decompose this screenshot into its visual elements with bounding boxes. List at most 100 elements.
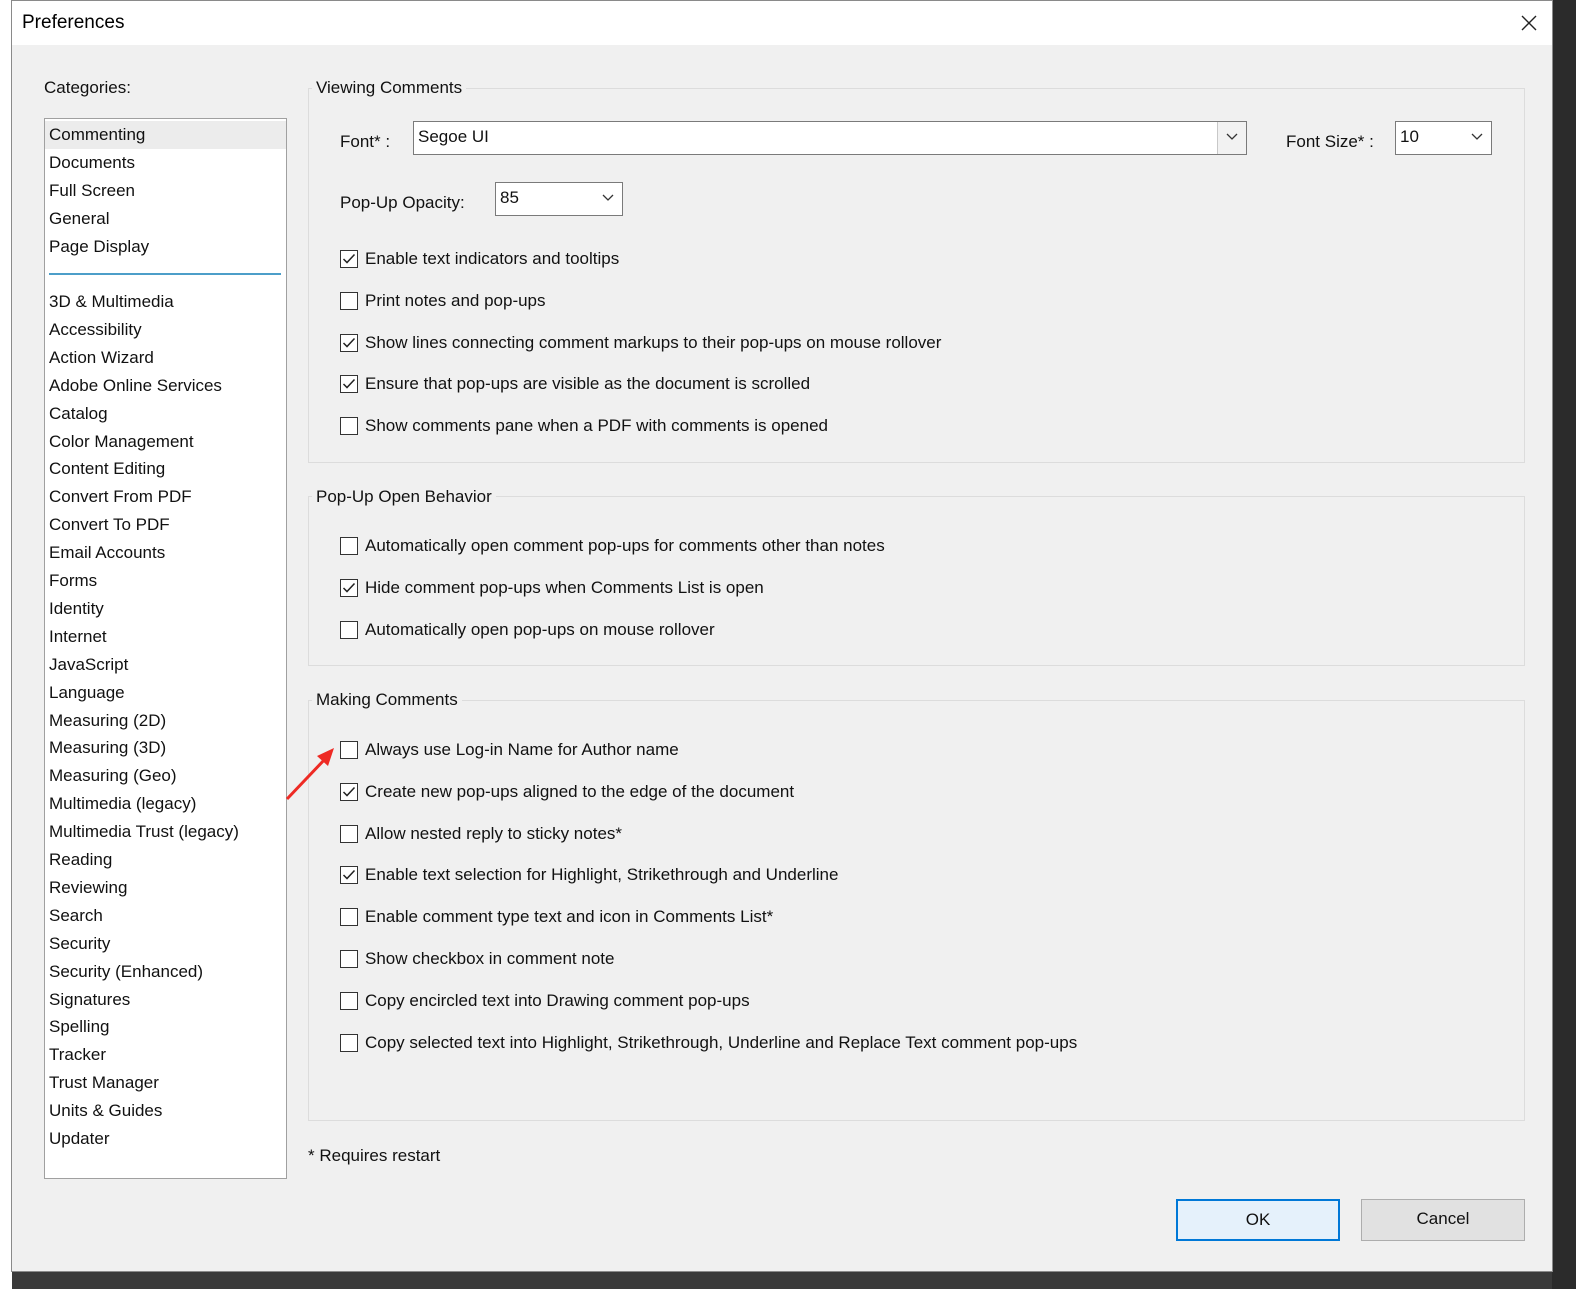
making-comments-title: Making Comments [312, 690, 462, 710]
option-label: Enable text selection for Highlight, Str… [365, 865, 839, 885]
checkmark-icon [342, 379, 356, 389]
ok-button[interactable]: OK [1176, 1199, 1340, 1241]
category-item[interactable]: General [45, 205, 286, 233]
option-checkbox[interactable] [340, 578, 358, 597]
option-checkbox[interactable] [340, 620, 358, 639]
popup-opacity-label: Pop-Up Opacity: [340, 193, 465, 212]
option-label: Show lines connecting comment markups to… [365, 332, 942, 352]
font-size-label: Font Size* : [1286, 132, 1374, 151]
font-size-value: 10 [1400, 127, 1419, 146]
category-item[interactable]: Security [45, 930, 286, 958]
close-button[interactable] [1506, 1, 1552, 45]
category-item[interactable]: Multimedia Trust (legacy) [45, 818, 286, 846]
category-item[interactable]: JavaScript [45, 651, 286, 679]
option-checkbox[interactable] [340, 824, 358, 843]
category-item[interactable]: Internet [45, 623, 286, 651]
option-checkbox[interactable] [340, 417, 358, 436]
viewing-comments-title: Viewing Comments [312, 78, 467, 98]
category-item[interactable]: Language [45, 679, 286, 707]
annotation-arrow [285, 748, 334, 801]
option-label: Always use Log-in Name for Author name [365, 740, 679, 759]
category-item[interactable]: Catalog [45, 400, 286, 428]
checkmark-icon [342, 582, 356, 593]
chevron-down-icon [602, 194, 614, 201]
option-checkbox[interactable] [340, 375, 358, 394]
chevron-down-icon [1471, 133, 1483, 140]
category-item[interactable]: Updater [45, 1125, 286, 1153]
option-label: Print notes and pop-ups [365, 290, 546, 310]
close-icon [1521, 15, 1537, 31]
font-size-dropdown-button[interactable] [1463, 122, 1491, 154]
checkmark-icon [342, 786, 356, 797]
checkmark-icon [342, 337, 356, 348]
category-list[interactable]: Commenting Documents Full Screen General Pag… [44, 118, 287, 1179]
cancel-button[interactable]: Cancel [1361, 1199, 1525, 1241]
font-dropdown-button[interactable] [1217, 122, 1246, 154]
option-checkbox[interactable] [340, 291, 358, 310]
category-item[interactable]: Units & Guides [45, 1097, 286, 1125]
category-item[interactable]: Reading [45, 846, 286, 874]
checkmark-icon [342, 253, 356, 264]
category-item[interactable]: Accessibility [45, 316, 286, 344]
option-label: Enable comment type text and icon in Com… [365, 907, 774, 927]
popup-opacity-value: 85 [500, 188, 519, 207]
option-label: Automatically open pop-ups on mouse roll… [365, 619, 715, 639]
checkmark-icon [342, 870, 356, 880]
category-item[interactable]: Measuring (3D) [45, 734, 286, 762]
option-label: Ensure that pop-ups are visible as the d… [365, 374, 811, 394]
category-item[interactable]: Trust Manager [45, 1069, 286, 1097]
category-item[interactable]: Identity [45, 595, 286, 623]
popup-behavior-title: Pop-Up Open Behavior [312, 487, 496, 507]
background-right [1552, 0, 1576, 1289]
category-item[interactable]: Action Wizard [45, 344, 286, 372]
option-checkbox[interactable] [340, 741, 358, 759]
category-item[interactable]: Tracker [45, 1041, 286, 1069]
option-checkbox[interactable] [340, 908, 358, 927]
option-label: Hide comment pop-ups when Comments List … [365, 577, 764, 597]
category-item[interactable]: Commenting [45, 121, 286, 149]
option-label: Allow nested reply to sticky notes* [365, 823, 623, 843]
option-label: Show comments pane when a PDF with comme… [365, 416, 829, 436]
category-item[interactable]: Multimedia (legacy) [45, 790, 286, 818]
option-checkbox[interactable] [340, 782, 358, 801]
option-checkbox[interactable] [340, 991, 358, 1010]
option-checkbox[interactable] [340, 537, 358, 555]
popup-opacity-select[interactable]: 85 [495, 182, 623, 216]
category-item[interactable]: Measuring (Geo) [45, 762, 286, 790]
category-item[interactable]: Documents [45, 149, 286, 177]
category-item[interactable]: Color Management [45, 428, 286, 456]
category-item[interactable]: Convert From PDF [45, 483, 286, 511]
option-label: Automatically open comment pop-ups for c… [365, 536, 885, 555]
category-item[interactable]: Adobe Online Services [45, 372, 286, 400]
requires-restart-note: * Requires restart [308, 1146, 441, 1165]
category-item[interactable]: Signatures [45, 986, 286, 1014]
category-item[interactable]: Search [45, 902, 286, 930]
category-item[interactable]: Full Screen [45, 177, 286, 205]
font-size-select[interactable]: 10 [1395, 121, 1492, 155]
category-item[interactable]: 3D & Multimedia [45, 288, 286, 316]
option-checkbox[interactable] [340, 250, 358, 268]
preferences-dialog: Preferences Categories: Commenting Docume… [11, 0, 1553, 1272]
category-item[interactable]: Content Editing [45, 455, 286, 483]
font-select-value: Segoe UI [418, 127, 489, 146]
option-checkbox[interactable] [340, 1033, 358, 1052]
category-item[interactable]: Forms [45, 567, 286, 595]
option-label: Show checkbox in comment note [365, 949, 615, 968]
category-item[interactable]: Reviewing [45, 874, 286, 902]
category-item[interactable]: Convert To PDF [45, 511, 286, 539]
chevron-down-icon [1226, 133, 1238, 140]
font-select[interactable]: Segoe UI [413, 121, 1247, 155]
option-label: Copy selected text into Highlight, Strik… [365, 1032, 1078, 1052]
category-item[interactable]: Security (Enhanced) [45, 958, 286, 986]
category-item[interactable]: Measuring (2D) [45, 707, 286, 735]
option-label: Copy encircled text into Drawing comment… [365, 990, 750, 1010]
category-item[interactable]: Page Display [45, 233, 286, 261]
category-item[interactable]: Email Accounts [45, 539, 286, 567]
category-separator [49, 273, 281, 275]
category-item[interactable]: Spelling [45, 1013, 286, 1041]
categories-label: Categories: [44, 78, 131, 97]
option-checkbox[interactable] [340, 950, 358, 968]
option-checkbox[interactable] [340, 866, 358, 885]
option-checkbox[interactable] [340, 333, 358, 352]
popup-opacity-dropdown-button[interactable] [594, 183, 622, 215]
